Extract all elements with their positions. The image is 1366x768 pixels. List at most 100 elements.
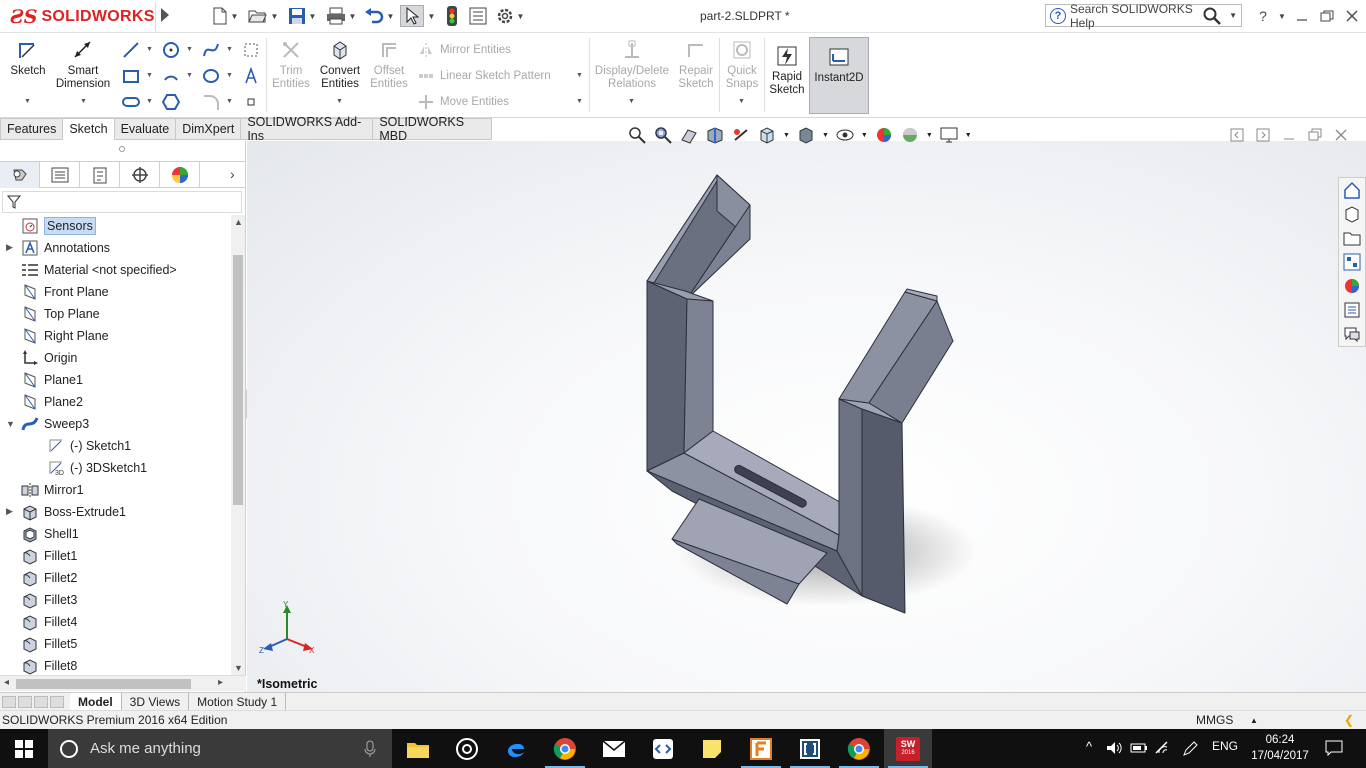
open-document-button[interactable]: ▼ [246, 5, 280, 27]
tree-item[interactable]: Shell1 [6, 523, 79, 544]
forum-button[interactable] [1339, 322, 1365, 346]
circle-dropdown-icon[interactable]: ▼ [186, 46, 193, 53]
slot-dropdown-icon[interactable]: ▼ [146, 98, 153, 105]
tree-item[interactable]: Plane1 [6, 369, 83, 390]
tab-display-manager[interactable] [160, 162, 200, 188]
action-center-icon[interactable] [1325, 740, 1343, 756]
tree-filter[interactable] [2, 191, 242, 213]
tab-configuration-manager[interactable] [80, 162, 120, 188]
file-explorer-taskbar-app[interactable] [394, 729, 442, 768]
help-dropdown-icon[interactable]: ▼ [1271, 6, 1293, 26]
viewport-restore-icon[interactable] [1308, 128, 1322, 142]
rectangle-tool[interactable] [120, 66, 142, 86]
slot-tool[interactable] [120, 92, 142, 112]
tab-property-manager[interactable] [40, 162, 80, 188]
language-indicator[interactable]: ENG [1212, 739, 1238, 753]
tab-features[interactable]: Features [0, 118, 64, 140]
select-dropdown[interactable]: ▼ [425, 5, 436, 27]
show-hidden-icons-icon[interactable]: ^ [1086, 739, 1092, 754]
menu-expand-arrow-icon[interactable] [160, 7, 174, 25]
rebuild-button[interactable] [444, 5, 460, 27]
line-tool[interactable] [120, 40, 142, 60]
point-tool[interactable] [240, 92, 262, 112]
display-style-dropdown-icon[interactable]: ▼ [822, 132, 829, 139]
search-icon[interactable] [1203, 7, 1221, 25]
tree-item[interactable]: Origin [6, 347, 77, 368]
close-button[interactable] [1341, 6, 1363, 26]
tab-motion-study-1[interactable]: Motion Study 1 [189, 693, 287, 710]
tree-item[interactable]: (-) Sketch1 [32, 435, 131, 456]
new-document-button[interactable]: ▼ [208, 5, 242, 27]
sketch-button[interactable]: Sketch [8, 38, 48, 78]
tab-scroll-arrows[interactable] [0, 693, 70, 710]
trim-entities-button[interactable]: Trim Entities [270, 38, 312, 91]
solidworks-resources-button[interactable] [1339, 178, 1365, 202]
scroll-right-icon[interactable]: ▸ [218, 677, 223, 688]
sticky-notes-taskbar-app[interactable] [688, 729, 736, 768]
arc-dropdown-icon[interactable]: ▼ [186, 72, 193, 79]
mail-taskbar-app[interactable] [590, 729, 638, 768]
scroll-left-icon[interactable]: ◂ [4, 677, 9, 688]
restore-button[interactable] [1316, 6, 1338, 26]
expand-arrow-icon[interactable]: ▶ [6, 242, 16, 253]
scene-dropdown-icon[interactable]: ▼ [926, 132, 933, 139]
appearances-scenes-button[interactable] [1339, 274, 1365, 298]
construction-geometry-tool[interactable] [240, 40, 262, 60]
scroll-up-icon[interactable]: ▲ [234, 217, 243, 227]
wifi-icon[interactable] [1155, 741, 1173, 755]
graphics-area[interactable]: ▼ ▼ ▼ ▼ ▼ Y X Z *Isometric [247, 127, 1366, 692]
tree-item[interactable]: ▶ Boss-Extrude1 [6, 501, 126, 522]
linear-sketch-pattern-button[interactable]: Linear Sketch Pattern [418, 66, 551, 86]
tree-item[interactable]: Front Plane [6, 281, 109, 302]
panel-splitter-handle[interactable] [119, 146, 125, 152]
media-taskbar-app[interactable] [443, 729, 491, 768]
tree-item[interactable]: Sensors [6, 215, 96, 236]
battery-icon[interactable] [1130, 741, 1148, 755]
select-button[interactable] [400, 5, 424, 27]
design-library-button[interactable] [1339, 202, 1365, 226]
minimize-button[interactable] [1291, 6, 1313, 26]
tab-dimxpert[interactable]: DimXpert [176, 118, 242, 140]
options-button[interactable]: ▼ [493, 5, 527, 27]
cortana-search-box[interactable]: Ask me anything [48, 729, 392, 768]
part-model[interactable] [247, 141, 1366, 692]
file-explorer-button[interactable] [1339, 226, 1365, 250]
help-search-box[interactable]: ? Search SOLIDWORKS Help ▼ [1045, 2, 1242, 30]
tree-item[interactable]: Fillet5 [6, 633, 77, 654]
clock[interactable]: 06:24 17/04/2017 [1250, 732, 1310, 764]
save-button[interactable]: ▼ [285, 5, 319, 27]
smart-dimension-button[interactable]: Smart Dimension [52, 38, 114, 91]
relations-dropdown-icon[interactable]: ▼ [628, 98, 635, 105]
viewport-next-icon[interactable] [1256, 128, 1270, 142]
solidworks-taskbar-app[interactable]: SW 2016 [884, 729, 932, 768]
tree-item[interactable]: Right Plane [6, 325, 109, 346]
tree-item[interactable]: Fillet2 [6, 567, 77, 588]
tree-item[interactable]: Material <not specified> [6, 259, 177, 280]
notepad-taskbar-app[interactable] [786, 729, 834, 768]
instant2d-button[interactable]: Instant2D [809, 37, 869, 114]
tab-solidworks-mbd[interactable]: SOLIDWORKS MBD [373, 115, 492, 143]
polygon-tool[interactable] [160, 92, 182, 112]
solidworks-logo[interactable]: ƧS SOLIDWORKS [6, 2, 156, 32]
search-dropdown-icon[interactable]: ▼ [1225, 11, 1241, 20]
code-editor-taskbar-app[interactable] [639, 729, 687, 768]
tab-feature-manager[interactable] [0, 162, 40, 188]
viewport-minimize-icon[interactable] [1282, 128, 1296, 142]
convert-entities-dropdown-icon[interactable]: ▼ [336, 98, 343, 105]
tree-item[interactable]: ▶ Annotations [6, 237, 110, 258]
quick-snaps-button[interactable]: Quick Snaps [722, 38, 762, 91]
hide-show-dropdown-icon[interactable]: ▼ [861, 132, 868, 139]
tree-item[interactable]: Top Plane [6, 303, 100, 324]
offset-entities-button[interactable]: Offset Entities [368, 38, 410, 91]
tree-item[interactable]: ▼ Sweep3 [6, 413, 89, 434]
custom-properties-button[interactable] [1339, 298, 1365, 322]
pen-icon[interactable] [1182, 741, 1198, 757]
tree-horizontal-scrollbar[interactable]: ◂ ▸ [0, 675, 246, 691]
tree-item[interactable]: 3D (-) 3DSketch1 [32, 457, 147, 478]
rapid-sketch-button[interactable]: Rapid Sketch [767, 44, 807, 97]
move-dropdown-icon[interactable]: ▼ [576, 98, 583, 105]
tree-item[interactable]: Fillet1 [6, 545, 77, 566]
print-button[interactable]: ▼ [324, 5, 358, 27]
repair-sketch-button[interactable]: Repair Sketch [676, 38, 716, 91]
pattern-dropdown-icon[interactable]: ▼ [576, 72, 583, 79]
